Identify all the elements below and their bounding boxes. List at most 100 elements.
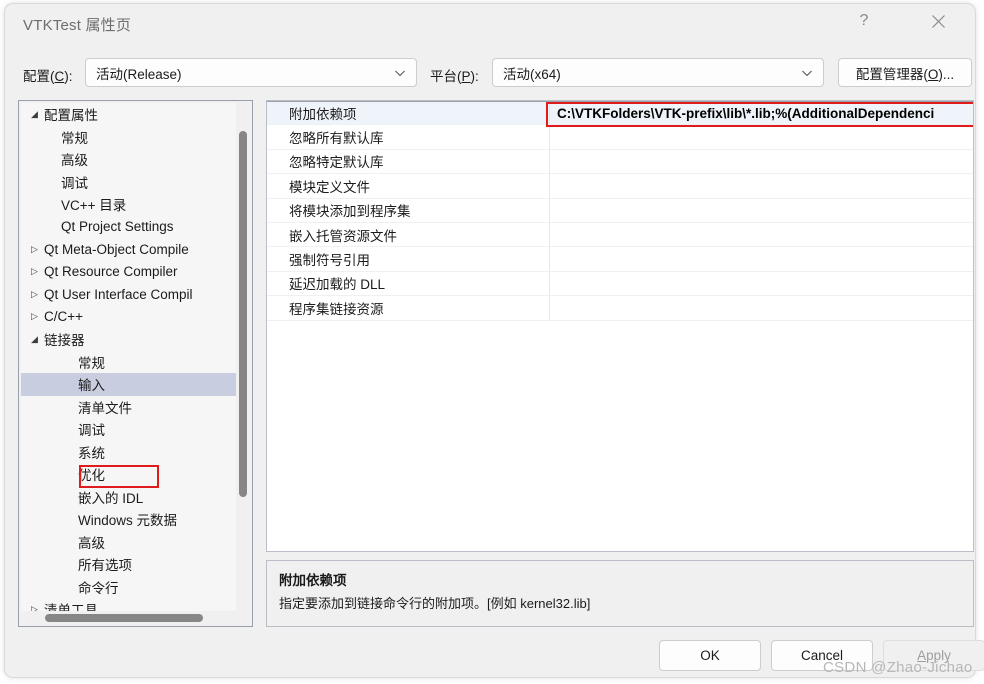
expander-closed-icon[interactable]: ▷ [27, 312, 42, 321]
property-row[interactable]: 强制符号引用 [267, 247, 973, 272]
tree-item-label: 高级 [61, 153, 88, 169]
property-description-text: 指定要添加到链接命令行的附加项。[例如 kernel32.lib] [279, 596, 591, 611]
tree-horizontal-scrollbar-thumb[interactable] [45, 614, 203, 622]
page-title: VTKTest 属性页 [23, 17, 132, 34]
property-row[interactable]: 忽略特定默认库 [267, 149, 973, 175]
property-name: 模块定义文件 [267, 174, 550, 198]
tree-item[interactable]: ▷ Qt Resource Compiler [21, 261, 236, 284]
tree-item[interactable]: 常规 [21, 126, 236, 149]
tree-item[interactable]: 命令行 [21, 576, 236, 599]
tree-item[interactable]: Qt Project Settings [21, 216, 236, 239]
tree-item-label: VC++ 目录 [61, 198, 127, 214]
property-value[interactable] [550, 247, 973, 270]
tree-item[interactable]: Windows 元数据 [21, 508, 236, 531]
configuration-manager-button[interactable]: 配置管理器(O)... [838, 58, 972, 87]
tree-vertical-scrollbar-thumb[interactable] [239, 131, 247, 497]
tree-item-label: Qt Meta-Object Compile [44, 241, 189, 257]
property-row[interactable]: 模块定义文件 [267, 174, 973, 199]
tree-item-label: 调试 [78, 423, 105, 439]
tree-item-label: 链接器 [44, 333, 85, 349]
configuration-combobox[interactable]: 活动(Release) [85, 58, 417, 87]
configuration-label: 配置(C): [23, 69, 73, 84]
tree-item[interactable]: VC++ 目录 [21, 193, 236, 216]
property-description-panel: 附加依赖项 指定要添加到链接命令行的附加项。[例如 kernel32.lib] [266, 560, 974, 627]
property-name: 程序集链接资源 [267, 296, 550, 320]
tree-item-label: Windows 元数据 [78, 513, 178, 529]
expander-closed-icon[interactable]: ▷ [27, 289, 42, 299]
property-name: 强制符号引用 [267, 247, 550, 271]
property-grid-rows: 附加依赖项 C:\VTKFolders\VTK-prefix\lib\*.lib;… [267, 101, 973, 321]
property-row[interactable]: 附加依赖项 C:\VTKFolders\VTK-prefix\lib\*.lib;… [267, 101, 973, 126]
tree-item[interactable]: 优化 [21, 463, 236, 486]
property-row[interactable]: 嵌入托管资源文件 [267, 222, 973, 248]
configuration-manager-label: 配置管理器(O)... [855, 66, 955, 82]
expander-open-icon[interactable]: ◢ [27, 334, 42, 344]
property-name: 延迟加载的 DLL [267, 271, 550, 296]
platform-value: 活动(x64) [503, 66, 561, 82]
tree-item[interactable]: 高级 [21, 531, 236, 554]
tree-item[interactable]: 输入 [21, 373, 236, 396]
property-value[interactable] [550, 296, 973, 319]
property-value[interactable] [550, 223, 973, 246]
expander-closed-icon[interactable]: ▷ [27, 244, 42, 254]
property-row[interactable]: 忽略所有默认库 [267, 125, 973, 150]
tree-item[interactable]: 常规 [21, 351, 236, 374]
property-value[interactable] [550, 125, 973, 148]
tree-item[interactable]: 清单文件 [21, 396, 236, 419]
property-row[interactable]: 程序集链接资源 [267, 296, 973, 321]
property-value[interactable] [550, 199, 973, 222]
expander-open-icon[interactable]: ◢ [27, 109, 42, 119]
configuration-tree-viewport[interactable]: ◢ 配置属性 常规 高级 调试 VC++ 目录 Qt Project Settings ▷ Qt… [21, 103, 236, 611]
tree-item-label: 清单工具 [44, 603, 98, 611]
property-value[interactable]: C:\VTKFolders\VTK-prefix\lib\*.lib;%(Add… [550, 102, 973, 124]
chevron-down-icon [799, 65, 815, 81]
tree-item-label: 所有选项 [78, 558, 132, 574]
tree-item[interactable]: 调试 [21, 418, 236, 441]
tree-item[interactable]: 嵌入的 IDL [21, 486, 236, 509]
tree-item-label: 系统 [78, 445, 105, 461]
tree-item-label: 常规 [61, 130, 88, 146]
ok-button[interactable]: OK [659, 640, 761, 671]
property-name: 嵌入托管资源文件 [267, 222, 550, 247]
property-row[interactable]: 将模块添加到程序集 [267, 198, 973, 223]
tree-item[interactable]: ◢ 链接器 [21, 328, 236, 351]
property-value[interactable] [550, 272, 973, 295]
tree-item[interactable]: 系统 [21, 441, 236, 464]
property-grid: 附加依赖项 C:\VTKFolders\VTK-prefix\lib\*.lib;… [266, 100, 974, 552]
cancel-button-label: Cancel [800, 648, 844, 663]
property-row[interactable]: 延迟加载的 DLL [267, 271, 973, 297]
configuration-tree-panel: ◢ 配置属性 常规 高级 调试 VC++ 目录 Qt Project Settings ▷ Qt… [18, 100, 253, 627]
chevron-down-icon [392, 65, 408, 81]
title-bar: VTKTest 属性页 ? [5, 4, 975, 48]
tree-item-label: 输入 [78, 378, 105, 394]
tree-item[interactable]: 高级 [21, 148, 236, 171]
help-button[interactable]: ? [841, 5, 887, 37]
tree-item-label: 调试 [61, 175, 88, 191]
property-description-title: 附加依赖项 [279, 573, 347, 588]
tree-item[interactable]: ▷ C/C++ [21, 306, 236, 329]
tree-vertical-scrollbar[interactable] [236, 103, 250, 611]
tree-item-label: 嵌入的 IDL [78, 490, 144, 506]
apply-button-label: Apply [917, 648, 951, 663]
tree-item-label: C/C++ [44, 309, 84, 325]
tree-item[interactable]: 所有选项 [21, 553, 236, 576]
tree-horizontal-scrollbar[interactable] [21, 611, 236, 624]
tree-item[interactable]: 调试 [21, 171, 236, 194]
tree-item[interactable]: ▷ Qt Meta-Object Compile [21, 238, 236, 261]
question-mark-icon: ? [859, 12, 869, 29]
configuration-value: 活动(Release) [96, 66, 182, 82]
apply-button[interactable]: Apply [883, 640, 984, 671]
tree-item-label: 优化 [78, 468, 105, 484]
cancel-button[interactable]: Cancel [771, 640, 873, 671]
platform-combobox[interactable]: 活动(x64) [492, 58, 824, 87]
property-value[interactable] [550, 150, 973, 173]
tree-item-label: 常规 [78, 355, 105, 371]
expander-closed-icon[interactable]: ▷ [27, 267, 42, 276]
ok-button-label: OK [700, 648, 720, 663]
property-value[interactable] [550, 174, 973, 197]
close-button[interactable] [915, 5, 961, 37]
tree-item-label: Qt Resource Compiler [44, 264, 178, 280]
tree-item[interactable]: ▷ Qt User Interface Compil [21, 283, 236, 306]
tree-item[interactable]: ◢ 配置属性 [21, 103, 236, 126]
tree-item[interactable]: ▷ 清单工具 [21, 598, 236, 611]
